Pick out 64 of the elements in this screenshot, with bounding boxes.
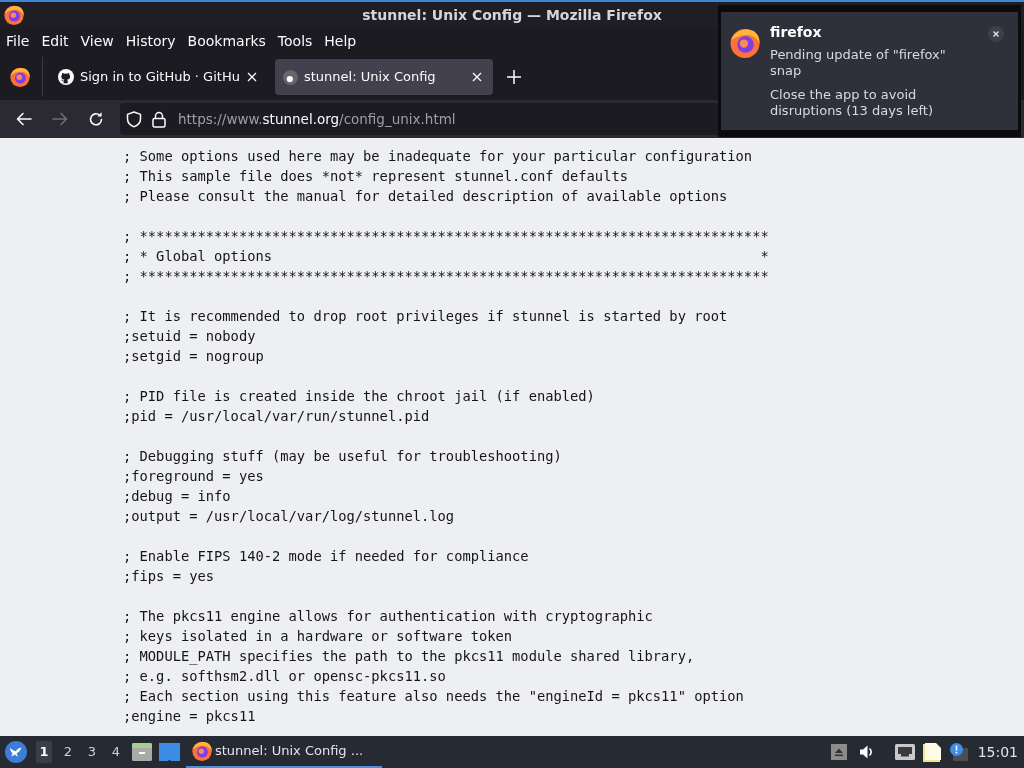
workspace-button[interactable]: 4 bbox=[108, 741, 124, 763]
clock-text: 15:01 bbox=[977, 742, 1018, 762]
notification-title: firefox bbox=[770, 24, 823, 40]
notepad-icon[interactable] bbox=[922, 742, 942, 762]
code-line: ;pid = /usr/local/var/run/stunnel.pid bbox=[123, 407, 430, 426]
code-line: ;output = /usr/local/var/log/stunnel.log bbox=[123, 507, 455, 526]
code-line: ;setgid = nogroup bbox=[123, 347, 264, 366]
code-line: ;setuid = nobody bbox=[123, 327, 256, 346]
lock-icon[interactable] bbox=[152, 110, 166, 128]
code-line: ;debug = info bbox=[123, 487, 231, 506]
workspace-button[interactable]: 1 bbox=[36, 741, 52, 763]
menu-item[interactable]: Help bbox=[318, 31, 363, 51]
menu-item[interactable]: View bbox=[74, 31, 120, 51]
code-line: ; MODULE_PATH specifies the path to the pkcs11 module shared library, bbox=[123, 647, 695, 666]
code-line: ; PID file is created inside the chroot jail (if enabled) bbox=[123, 387, 595, 406]
browser-tab[interactable]: Sign in to GitHub · GitHu bbox=[50, 59, 268, 95]
close-icon[interactable] bbox=[472, 72, 482, 82]
notification-body: Close the app to avoid disruptions (13 days left) bbox=[770, 87, 934, 119]
browser-logo-icon bbox=[730, 28, 760, 58]
close-icon[interactable] bbox=[988, 26, 1004, 42]
exclamation-icon[interactable] bbox=[949, 743, 968, 761]
menu-item[interactable]: File bbox=[0, 31, 36, 51]
eject-icon[interactable] bbox=[830, 744, 847, 760]
code-line: ; * Global options * bbox=[123, 247, 769, 266]
network-port-icon[interactable] bbox=[894, 744, 915, 760]
code-line: ;engine = pkcs11 bbox=[123, 707, 256, 726]
dot-circle-icon bbox=[283, 69, 298, 85]
reload-icon[interactable] bbox=[88, 111, 104, 127]
menu-item[interactable]: Bookmarks bbox=[181, 31, 272, 51]
bird-logo-icon[interactable] bbox=[5, 741, 27, 763]
code-line: ; **************************************************************************** bbox=[123, 267, 769, 286]
code-line: ; Please consult the manual for detailed description of available options bbox=[123, 187, 728, 206]
code-line: ;fips = yes bbox=[123, 567, 215, 586]
browser-logo-icon bbox=[192, 741, 212, 761]
browser-logo-icon bbox=[4, 5, 24, 25]
workspace-button[interactable]: 3 bbox=[84, 741, 100, 763]
code-line: ; **************************************************************************** bbox=[123, 227, 769, 246]
code-line: ;foreground = yes bbox=[123, 467, 264, 486]
browser-tab[interactable]: stunnel: Unix Config bbox=[275, 59, 493, 95]
menu-item[interactable]: Edit bbox=[35, 31, 75, 51]
address-bar[interactable]: https://www.stunnel.org/config_unix.html bbox=[120, 103, 718, 135]
shield-icon[interactable] bbox=[126, 110, 142, 128]
speaker-icon[interactable] bbox=[858, 744, 875, 760]
code-line: ; The pkcs11 engine allows for authentication with cryptographic bbox=[123, 607, 653, 626]
notification-summary: Pending update of "firefox" snap bbox=[770, 47, 947, 79]
taskbar-window-button[interactable]: stunnel: Unix Config ... bbox=[186, 736, 382, 768]
window-title: stunnel: Unix Config — Mozilla Firefox bbox=[362, 5, 662, 25]
code-line: ; Each section using this feature also needs the "engineId = pkcs11" option bbox=[123, 687, 744, 706]
url-text[interactable]: https://www.stunnel.org/config_unix.html bbox=[178, 108, 456, 130]
close-icon[interactable] bbox=[247, 72, 257, 82]
code-line: ; It is recommended to drop root privileges if stunnel is started by root bbox=[123, 307, 728, 326]
menu-item[interactable]: History bbox=[119, 31, 182, 51]
cat-logo-icon bbox=[58, 69, 74, 85]
code-line: ; keys isolated in a hardware or software token bbox=[123, 627, 513, 646]
code-line: ; This sample file does *not* represent stunnel.conf defaults bbox=[123, 167, 628, 186]
browser-logo-icon[interactable] bbox=[10, 67, 30, 87]
plus-icon[interactable] bbox=[507, 70, 521, 84]
code-line: ; Some options used here may be inadequate for your particular configuration bbox=[123, 147, 753, 166]
code-line: ; Enable FIPS 140-2 mode if needed for compliance bbox=[123, 547, 529, 566]
workspace-button[interactable]: 2 bbox=[60, 741, 76, 763]
code-line: ; e.g. softhsm2.dll or opensc-pkcs11.so bbox=[123, 667, 446, 686]
menu-item[interactable]: Tools bbox=[271, 31, 319, 51]
back-arrow-icon[interactable] bbox=[16, 112, 32, 126]
code-line: ; Debugging stuff (may be useful for troubleshooting) bbox=[123, 447, 562, 466]
